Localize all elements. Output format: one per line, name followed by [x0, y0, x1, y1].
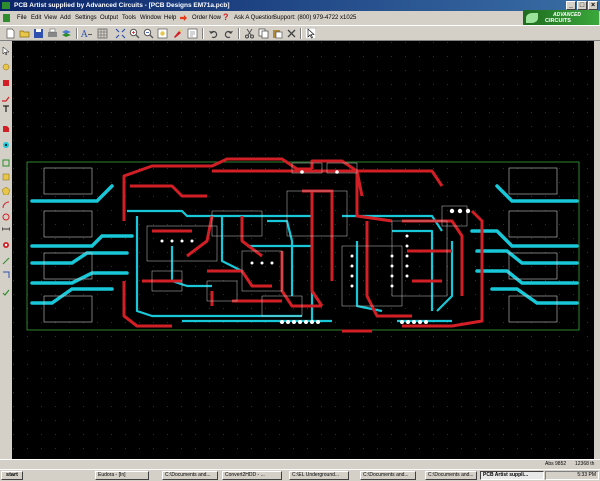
toolbar-separator [202, 28, 204, 39]
properties-icon[interactable] [187, 28, 198, 39]
track-tool-icon[interactable] [2, 95, 10, 103]
svg-text:A: A [81, 30, 88, 39]
print-icon[interactable] [47, 28, 58, 39]
support-phone: Support: (800) 979-4722 x1025 [273, 15, 357, 21]
pad-tool-icon[interactable] [2, 79, 10, 87]
leaf-icon [526, 13, 538, 23]
polygon-tool-icon[interactable] [2, 187, 10, 195]
coordinate-readout: Abs 9852 [545, 461, 567, 467]
menu-tools[interactable]: Tools [122, 13, 136, 23]
text-tool-icon[interactable] [2, 105, 10, 113]
grid-icon[interactable] [97, 28, 108, 39]
taskbar-button[interactable]: Eudora - [In] [95, 471, 149, 480]
menu-window[interactable]: Window [140, 13, 161, 23]
arc-tool-icon[interactable] [2, 201, 10, 209]
new-file-icon[interactable] [5, 28, 16, 39]
undo-icon[interactable] [208, 28, 219, 39]
select-pointer-icon[interactable] [305, 28, 316, 39]
menu-output[interactable]: Output [100, 13, 118, 23]
component-tool-icon[interactable] [2, 63, 10, 71]
start-button[interactable]: start [1, 471, 23, 480]
menu-help[interactable]: Help [164, 13, 176, 23]
toolbar-separator [300, 28, 302, 39]
delete-icon[interactable] [286, 28, 297, 39]
layers-icon[interactable] [61, 28, 72, 39]
pcb-board-view[interactable] [12, 41, 596, 459]
taskbar-button-active[interactable]: PCB Artist suppli... [480, 471, 544, 480]
text-style-icon[interactable]: A [81, 28, 92, 39]
units-readout: 12368 th [575, 461, 595, 467]
app-menu-icon[interactable] [3, 14, 10, 22]
title-bar: PCB Artist supplied by Advanced Circuits… [0, 0, 600, 11]
zoom-window-icon[interactable] [157, 28, 168, 39]
ask-question-button[interactable]: Ask A Question [234, 13, 275, 23]
via-tool-icon[interactable] [2, 141, 10, 149]
taskbar-button[interactable]: C:\EL Underground... [289, 471, 349, 480]
paint-icon[interactable] [172, 28, 183, 39]
maximize-button[interactable]: □ [577, 1, 587, 10]
taskbar: start Eudora - [In] C:\Documents and... … [0, 469, 600, 481]
menu-bar: File Edit View Add Settings Output Tools… [0, 11, 600, 25]
order-arrow-icon [180, 14, 187, 22]
cut-icon[interactable] [244, 28, 255, 39]
menu-view[interactable]: View [44, 13, 57, 23]
zoom-fit-icon[interactable] [115, 28, 126, 39]
copy-icon[interactable] [258, 28, 269, 39]
rectangle-tool-icon[interactable] [2, 173, 10, 181]
taskbar-button[interactable]: C:\Documents and... [162, 471, 218, 480]
design-rule-icon[interactable] [2, 289, 10, 297]
taskbar-button[interactable]: C:\Documents and... [360, 471, 416, 480]
redo-icon[interactable] [223, 28, 234, 39]
close-button[interactable]: × [588, 1, 598, 10]
minimize-button[interactable]: _ [566, 1, 576, 10]
save-icon[interactable] [33, 28, 44, 39]
drill-tool-icon[interactable] [2, 241, 10, 249]
taskbar-button[interactable]: C:\Documents and... [425, 471, 477, 480]
copper-pour-icon[interactable] [2, 125, 10, 133]
window-title: PCB Artist supplied by Advanced Circuits… [14, 2, 230, 9]
board-outline-icon[interactable] [2, 159, 10, 167]
circle-tool-icon[interactable] [2, 213, 10, 221]
app-icon [2, 2, 10, 9]
menu-settings[interactable]: Settings [75, 13, 97, 23]
menu-edit[interactable]: Edit [31, 13, 41, 23]
toolbar-separator [76, 28, 78, 39]
zoom-in-icon[interactable] [129, 28, 140, 39]
connection-tool-icon[interactable] [2, 257, 10, 265]
pcb-canvas[interactable] [12, 41, 596, 459]
open-folder-icon[interactable] [19, 28, 30, 39]
taskbar-button[interactable]: Convert2HDD - ... [222, 471, 282, 480]
measure-tool-icon[interactable] [2, 271, 10, 279]
vertical-scrollbar[interactable] [594, 41, 600, 459]
system-tray-clock: 5:33 PM [545, 471, 599, 480]
dimension-tool-icon[interactable] [2, 225, 10, 233]
select-tool-icon[interactable] [2, 47, 10, 55]
paste-icon[interactable] [272, 28, 283, 39]
main-toolbar: A [0, 25, 600, 41]
menu-file[interactable]: File [17, 13, 27, 23]
advanced-circuits-logo: ADVANCED CIRCUITS [523, 10, 599, 26]
toolbar-separator [238, 28, 240, 39]
zoom-out-icon[interactable] [143, 28, 154, 39]
order-now-button[interactable]: Order Now [192, 13, 221, 23]
question-icon: ? [223, 12, 229, 22]
menu-add[interactable]: Add [60, 13, 71, 23]
